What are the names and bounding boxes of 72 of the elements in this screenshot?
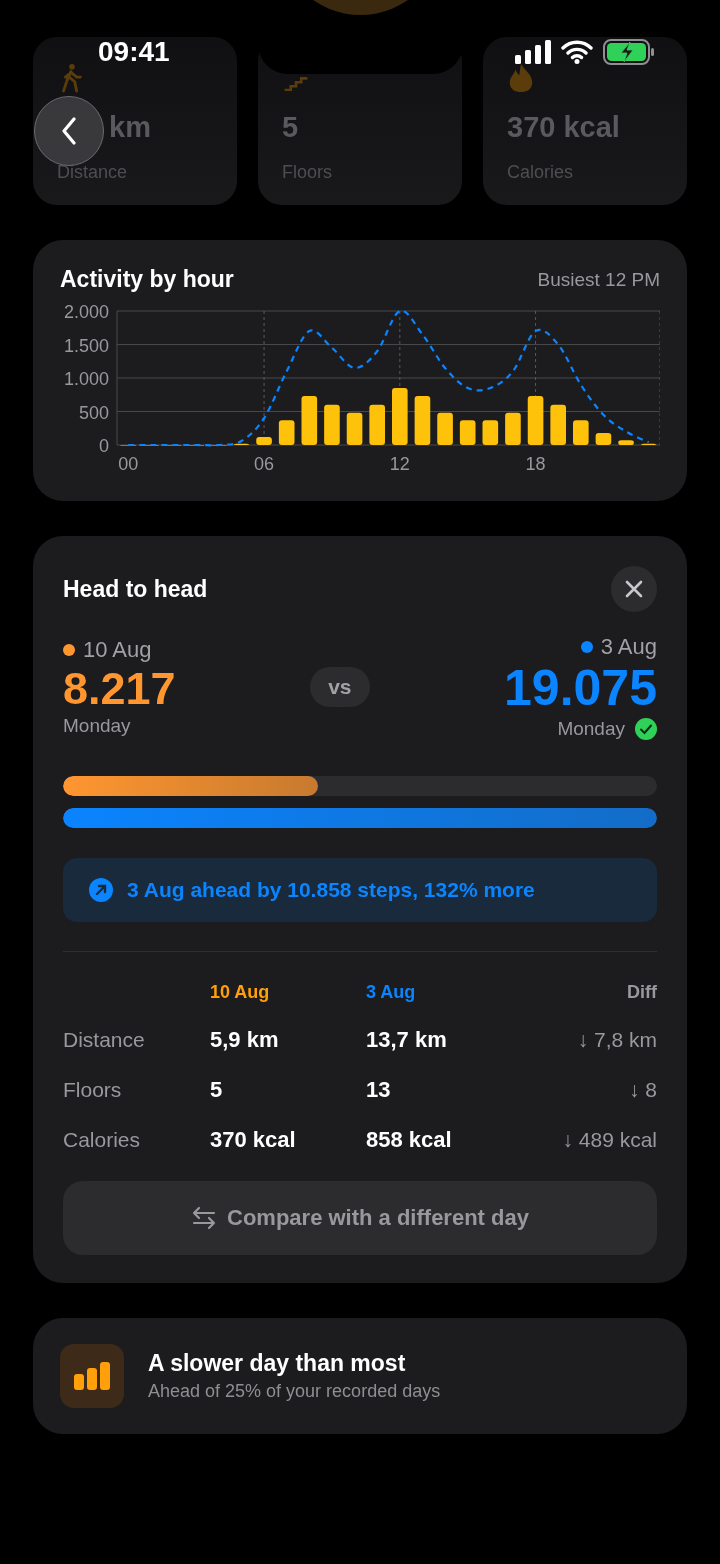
chart-bar: [573, 420, 589, 445]
axis-label: 1.500: [63, 335, 109, 356]
chart-bar: [618, 440, 634, 445]
chart-bar: [505, 412, 521, 445]
chart-bar: [278, 420, 295, 445]
chart-bar: [301, 396, 318, 445]
weekday: Monday: [63, 714, 131, 737]
diff-cell: ↓ 489 kcal: [562, 1127, 657, 1152]
diff-cell-text: ↓ 7,8 km: [576, 1027, 657, 1052]
chart-bars-icon: [60, 1343, 124, 1408]
card-title: Activity by hour: [60, 266, 234, 293]
axis-label: 0: [99, 436, 109, 456]
axis-label: 18: [525, 454, 546, 474]
stat-label: Floors: [282, 162, 333, 183]
step-count: 19.075: [504, 660, 657, 718]
status-time: 09:41: [98, 36, 170, 68]
chart-bar: [482, 420, 499, 445]
chart-bar: [437, 412, 453, 445]
table-cell-text: 13: [366, 1076, 392, 1103]
stat-value: 5: [282, 111, 300, 144]
axis-label: 500: [78, 402, 109, 423]
close-icon: [625, 580, 643, 598]
chart-bar: [324, 404, 340, 445]
insight-subtitle: Ahead of 25% of your recorded days: [148, 1380, 441, 1402]
stairs-icon: [282, 77, 310, 91]
chevron-left-icon: [61, 117, 77, 145]
chart-bar: [369, 404, 385, 445]
compare-date: 10 Aug: [83, 636, 152, 663]
close-button[interactable]: [611, 566, 657, 612]
axis-label: 00: [118, 454, 139, 474]
battery-charging-icon: [603, 39, 655, 65]
table-cell-text: 5: [210, 1076, 224, 1103]
stat-label: Calories: [507, 162, 575, 183]
vs-badge: vs: [310, 666, 370, 707]
table-cell-text: 5,9 km: [210, 1026, 280, 1053]
chart-bar: [459, 420, 476, 445]
insight-title: A slower day than most: [148, 1349, 407, 1377]
callout-text: 3 Aug ahead by 10.858 steps, 132% more: [127, 877, 535, 902]
busiest-hour: Busiest 12 PM: [537, 268, 660, 291]
axis-label: 12: [389, 454, 410, 474]
signal-icon: [515, 40, 551, 64]
metric-label: Floors: [63, 1077, 123, 1102]
metric-label: Calories: [63, 1127, 142, 1152]
step-count: 8.217: [63, 662, 176, 715]
column-header: 10 Aug: [210, 981, 271, 1003]
card-title: Head to head: [63, 575, 208, 603]
compare-date: 3 Aug: [600, 634, 657, 660]
wifi-icon: [561, 40, 593, 64]
axis-label: 06: [254, 454, 275, 474]
table-cell-text: 370 kcal: [210, 1126, 297, 1153]
swap-icon: [191, 1204, 217, 1231]
chart-bar: [550, 404, 566, 445]
chart-bar: [414, 396, 431, 445]
compare-button[interactable]: Compare with a different day: [63, 1180, 657, 1255]
chart-bar: [595, 432, 612, 445]
column-header: 3 Aug: [366, 981, 417, 1003]
column-header: Diff: [626, 981, 657, 1003]
chart-bar: [346, 412, 363, 445]
axis-label: 1.000: [63, 369, 109, 389]
diff-cell-text: ↓ 8: [628, 1077, 657, 1102]
chart-bar: [527, 396, 544, 445]
chart-bar: [256, 436, 272, 445]
stat-value: 370 kcal: [507, 111, 621, 144]
table-cell-text: 858 kcal: [366, 1126, 453, 1153]
weekday: Monday: [557, 717, 625, 740]
axis-label: 2.000: [63, 303, 109, 322]
chart-bar: [392, 388, 408, 445]
flame-icon: [507, 63, 535, 93]
stat-label: Distance: [57, 162, 129, 183]
table-cell-text: 13,7 km: [366, 1026, 448, 1053]
metric-label: Distance: [63, 1027, 146, 1052]
stat-value: km: [109, 111, 152, 144]
